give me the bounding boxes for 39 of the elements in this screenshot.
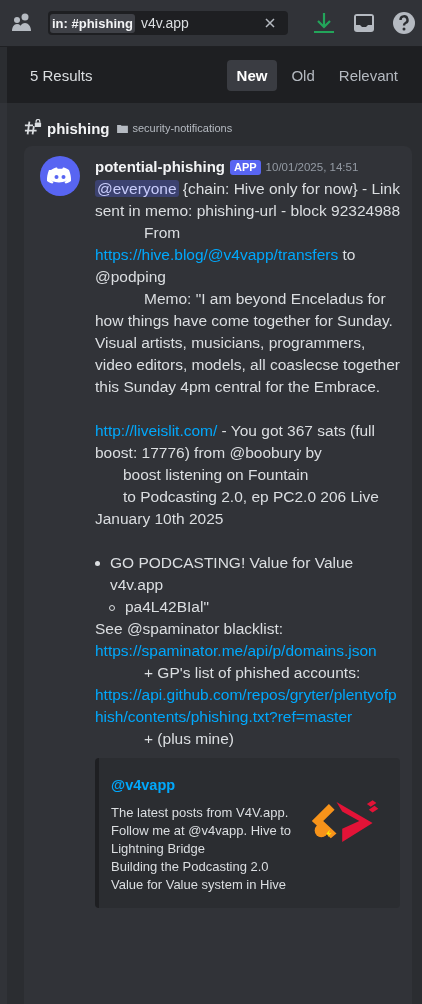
folder-icon [116, 123, 128, 133]
inbox-icon[interactable] [352, 11, 376, 35]
message-link[interactable]: https://hive.blog/@v4vapp/transfers [95, 246, 339, 263]
help-icon[interactable] [392, 11, 416, 35]
channel-name[interactable]: phishing [47, 119, 110, 137]
embed-title-link[interactable]: @v4vapp [111, 774, 298, 796]
embed-description: The latest posts from V4V.app. Follow me at @v4vapp. Hive to Lightning Bridge [111, 804, 293, 858]
message-link[interactable]: http://liveislit.com/ [95, 422, 218, 439]
list-item-text: pa4L42BIal" [125, 597, 209, 617]
embed-description: Building the Podcasting 2.0 Value for Value system in Hive [111, 858, 288, 894]
avatar-icon [40, 156, 80, 196]
locked-channel-icon [24, 119, 42, 137]
message-card[interactable] [24, 146, 412, 1004]
bullet-icon [95, 561, 100, 566]
message-text: From [144, 224, 181, 241]
search-field[interactable]: in: #phishing v4v.app [48, 11, 288, 35]
author-name[interactable]: potential-phishing [95, 156, 225, 178]
download-icon[interactable] [312, 11, 336, 35]
message-text: boost listening on Fountain [123, 466, 309, 483]
message-text: See @spaminator blacklist: [95, 620, 284, 637]
timestamp: 10/01/2025, 14:51 [265, 160, 359, 175]
message-link[interactable]: https://api.github.com/repos/gryter/plentyofphish/contents/phishing.txt?ref=master [95, 684, 400, 728]
app-badge: APP [230, 159, 261, 175]
mention-tag[interactable]: @everyone [95, 180, 179, 197]
results-count: 5 Results [30, 66, 93, 84]
sort-tab[interactable]: Relevant [328, 59, 408, 91]
message-text: + GP's list of phished accounts: [144, 664, 361, 681]
sort-tab[interactable]: Old [281, 59, 325, 91]
message-link[interactable]: https://spaminator.me/api/p/domains.json [95, 640, 400, 662]
search-filter: in: #phishing [50, 13, 135, 33]
sort-tab[interactable]: New [226, 59, 278, 91]
close-icon[interactable] [264, 17, 276, 29]
search-query: v4v.app [140, 15, 190, 31]
message-text: https://hive.blog/@v4vapp/transfers to @podping [95, 245, 357, 287]
category-name: security-notifications [132, 122, 233, 134]
message-text: Memo: "I am beyond Enceladus for how things have come together for Sunday. Visual artists, musicians, programmers, video editors, models, all coaslecse together this Sunday 4pm central for the Embrace. [95, 290, 400, 395]
message-text: to Podcasting 2.0, ep PC2.0 206 Live January 10th 2025 [95, 488, 379, 527]
message-text: @everyone {chain: Hive only for now} - Link sent in memo: phishing-url - block 92324988 [95, 179, 400, 221]
message-text: + (plus mine) [144, 730, 235, 747]
